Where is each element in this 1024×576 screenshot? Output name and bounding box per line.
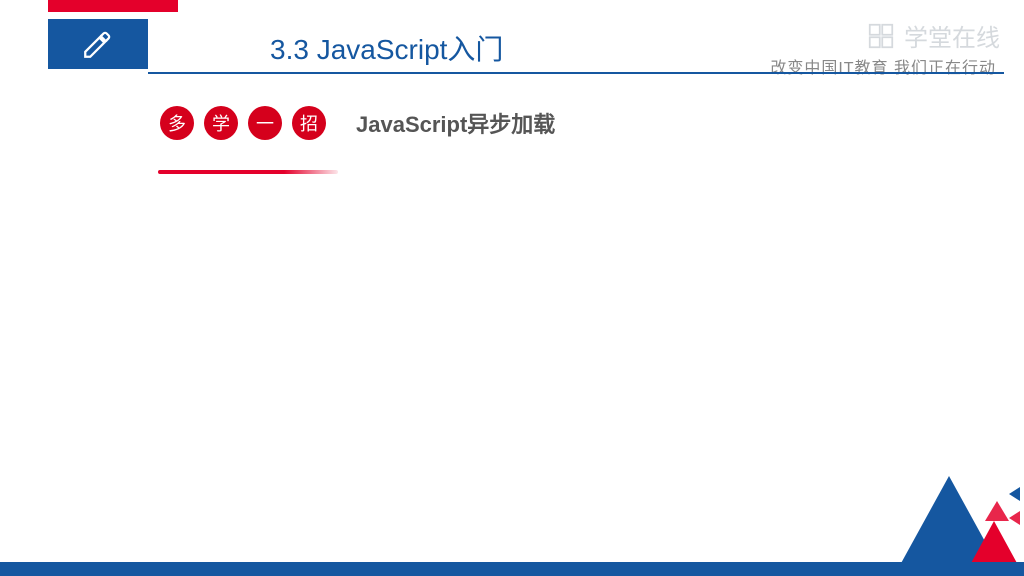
section-heading: JavaScript异步加载 [356, 107, 555, 139]
decor-triangle-small [985, 501, 1009, 521]
page-title: 3.3 JavaScript入门 [270, 28, 503, 68]
header-divider [148, 72, 1004, 74]
header-subtitle: 改变中国IT教育 我们正在行动 [770, 54, 996, 78]
badge-xue: 学 [204, 106, 238, 140]
header-icon-tab [48, 19, 148, 69]
section-underline [158, 170, 338, 174]
badge-duo: 多 [160, 106, 194, 140]
badges-row: 多 学 一 招 JavaScript异步加载 [160, 106, 555, 140]
badge-zhao: 招 [292, 106, 326, 140]
nav-arrow-prev-icon[interactable] [1009, 487, 1020, 501]
top-accent-bar [48, 0, 178, 12]
badge-yi: 一 [248, 106, 282, 140]
nav-arrow-next-icon[interactable] [1009, 511, 1020, 525]
watermark-brand-text: 学堂在线 [904, 18, 1000, 53]
brand-watermark: 学堂在线 [866, 18, 1000, 53]
watermark-logo-icon [866, 21, 896, 51]
pencil-icon [81, 27, 115, 61]
footer-bar [0, 562, 1024, 576]
